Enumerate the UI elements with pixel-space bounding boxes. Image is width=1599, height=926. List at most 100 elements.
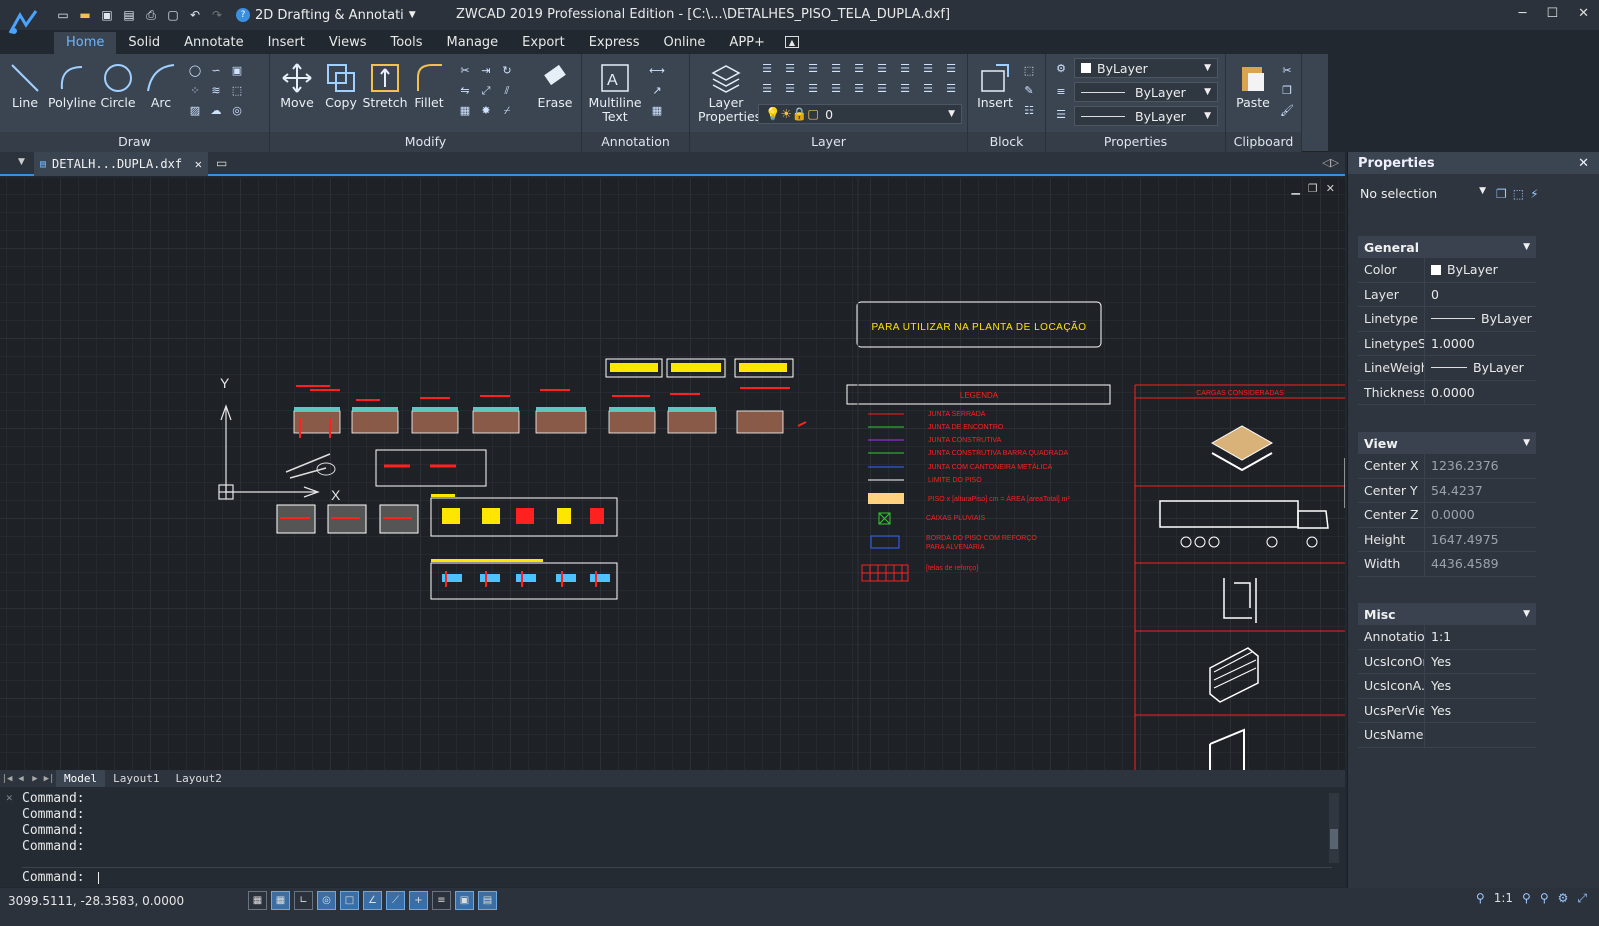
boundary-icon[interactable]: ⬚ [228, 82, 246, 99]
layer-tool-icon[interactable]: ☰ [919, 60, 937, 77]
polar-toggle-icon[interactable]: ◎ [317, 891, 336, 910]
minimize-icon[interactable]: ─ [1519, 6, 1527, 21]
new-tab-icon[interactable]: ▭ [216, 156, 227, 170]
lineweight-icon[interactable]: ☰ [1052, 106, 1070, 123]
prop-value[interactable]: ByLayer [1424, 258, 1536, 282]
panel-title-annotation[interactable]: Annotation [582, 132, 689, 152]
cloud-icon[interactable]: ☁ [207, 102, 225, 119]
snap-toggle-icon[interactable]: ▦ [271, 891, 290, 910]
general-section-header[interactable]: General ▼ [1358, 236, 1536, 258]
prop-value[interactable] [1424, 723, 1536, 747]
spline-icon[interactable]: ∽ [207, 62, 225, 79]
donut-icon[interactable]: ◎ [228, 102, 246, 119]
explode-icon[interactable]: ✸ [477, 102, 495, 119]
layout-tab-layout2[interactable]: Layout2 [167, 770, 229, 787]
match-prop-brush-icon[interactable]: 🖌 [1278, 102, 1296, 119]
stretch-button[interactable]: Stretch [362, 60, 408, 110]
layer-tool-icon[interactable]: ☰ [942, 60, 960, 77]
dynamic-input-toggle-icon[interactable]: + [409, 891, 428, 910]
point-icon[interactable]: ⁘ [186, 82, 204, 99]
layer-tool-icon[interactable]: ☰ [758, 60, 776, 77]
new-icon[interactable]: ▭ [54, 6, 72, 24]
color-dropdown[interactable]: ByLayer ▼ [1074, 58, 1218, 78]
tab-annotate[interactable]: Annotate [172, 32, 255, 54]
prop-value[interactable]: Yes [1424, 649, 1536, 673]
prop-value[interactable]: 0.0000 [1424, 380, 1536, 404]
break-icon[interactable]: ⌿ [498, 102, 516, 119]
dimension-icon[interactable]: ⟷ [648, 62, 666, 79]
dyn-ucs-toggle-icon[interactable]: ⟋ [386, 891, 405, 910]
selection-cycling-icon[interactable]: ▤ [478, 891, 497, 910]
panel-title-block[interactable]: Block [968, 132, 1045, 152]
prop-value[interactable]: ByLayer [1424, 307, 1536, 331]
annotation-scale-value[interactable]: 1:1 [1494, 891, 1513, 906]
tab-solid[interactable]: Solid [116, 32, 172, 54]
tab-manage[interactable]: Manage [435, 32, 511, 54]
line-button[interactable]: Line [2, 60, 48, 110]
layer-tool-icon[interactable]: ☰ [919, 80, 937, 97]
cut-icon[interactable]: ✂ [1278, 62, 1296, 79]
prop-row-linetype[interactable]: Linetype ByLayer [1358, 307, 1536, 332]
tab-tools[interactable]: Tools [378, 32, 434, 54]
toggle-pickadd-icon[interactable]: ❐ [1496, 187, 1507, 201]
prop-row-annotation-scale[interactable]: Annotatio...1:1 [1358, 625, 1536, 650]
minimize-ribbon-icon[interactable]: ▲ [784, 36, 799, 48]
layer-tool-icon[interactable]: ☰ [827, 60, 845, 77]
prop-value[interactable]: 1:1 [1424, 625, 1536, 649]
prev-layout-icon[interactable]: ◀ [14, 774, 28, 784]
osnap-toggle-icon[interactable]: □ [340, 891, 359, 910]
linetype-icon[interactable]: ≡ [1052, 83, 1070, 100]
edit-block-icon[interactable]: ✎ [1020, 82, 1038, 99]
erase-button[interactable]: Erase [532, 60, 578, 110]
prop-row-ucsicon-on[interactable]: UcsIconOn Yes [1358, 649, 1536, 674]
prop-row-thickness[interactable]: Thickness 0.0000 [1358, 380, 1536, 405]
close-properties-icon[interactable]: ✕ [1578, 156, 1589, 171]
open-icon[interactable]: ▬ [76, 6, 94, 24]
tab-export[interactable]: Export [510, 32, 577, 54]
fullscreen-icon[interactable]: ⤢ [1577, 891, 1587, 906]
transparency-toggle-icon[interactable]: ▣ [455, 891, 474, 910]
command-input[interactable]: Command: [22, 867, 1332, 885]
otrack-toggle-icon[interactable]: ∠ [363, 891, 382, 910]
tab-insert[interactable]: Insert [256, 32, 317, 54]
tab-express[interactable]: Express [577, 32, 652, 54]
close-icon[interactable]: ✕ [1578, 6, 1589, 21]
selection-dropdown[interactable]: No selection ▼ [1360, 186, 1486, 201]
layer-tool-icon[interactable]: ☰ [942, 80, 960, 97]
prop-row-ucs-name[interactable]: UcsName [1358, 723, 1536, 748]
multiline-text-button[interactable]: A Multiline Text [588, 60, 642, 124]
zwcad-logo-icon[interactable] [0, 0, 46, 44]
prop-value[interactable]: 1.0000 [1424, 331, 1536, 355]
plot-preview-icon[interactable]: ▢ [164, 6, 182, 24]
doc-menu-icon[interactable]: ▼ [18, 157, 25, 167]
maximize-icon[interactable]: ☐ [1546, 6, 1558, 21]
document-tab[interactable]: ▤ DETALH...DUPLA.dxf ✕ [34, 152, 208, 176]
last-layout-icon[interactable]: ▶| [42, 774, 56, 784]
drawing-canvas[interactable]: ▁ ❐ ✕ Y X PARA UTILIZAR NA PLANTA DE LOC… [0, 178, 1345, 770]
layer-tool-icon[interactable]: ☰ [850, 60, 868, 77]
array-icon[interactable]: ▦ [456, 102, 474, 119]
layer-properties-button[interactable]: Layer Properties [698, 60, 761, 124]
annotation-scale-icon[interactable]: ⚲ [1476, 891, 1485, 906]
workspace-gear-icon[interactable]: ⚙ [1558, 891, 1569, 906]
layer-dropdown[interactable]: 💡☀🔒▢ 0 ▼ [758, 104, 962, 124]
tab-online[interactable]: Online [651, 32, 717, 54]
prop-row-lineweight[interactable]: LineWeight ByLayer [1358, 356, 1536, 381]
copy-clip-icon[interactable]: ❐ [1278, 82, 1296, 99]
copy-button[interactable]: Copy [318, 60, 364, 110]
grid-toggle-icon[interactable]: ▦ [248, 891, 267, 910]
auto-scale-icon[interactable]: ⚲ [1540, 891, 1549, 906]
redo-icon[interactable]: ↷ [208, 6, 226, 24]
panel-title-properties[interactable]: Properties [1046, 132, 1225, 152]
move-button[interactable]: Move [274, 60, 320, 110]
leader-icon[interactable]: ↗ [648, 82, 666, 99]
layer-tool-icon[interactable]: ☰ [781, 60, 799, 77]
close-command-icon[interactable]: ✕ [6, 791, 13, 804]
offset-icon[interactable]: ⫽ [498, 82, 516, 99]
fillet-button[interactable]: Fillet [406, 60, 452, 110]
layer-tool-icon[interactable]: ☰ [827, 80, 845, 97]
prop-row-layer[interactable]: Layer 0 [1358, 282, 1536, 307]
rotate-icon[interactable]: ↻ [498, 62, 516, 79]
layer-tool-icon[interactable]: ☰ [804, 60, 822, 77]
prop-row-ucs-per-viewport[interactable]: UcsPerVie...Yes [1358, 698, 1536, 723]
